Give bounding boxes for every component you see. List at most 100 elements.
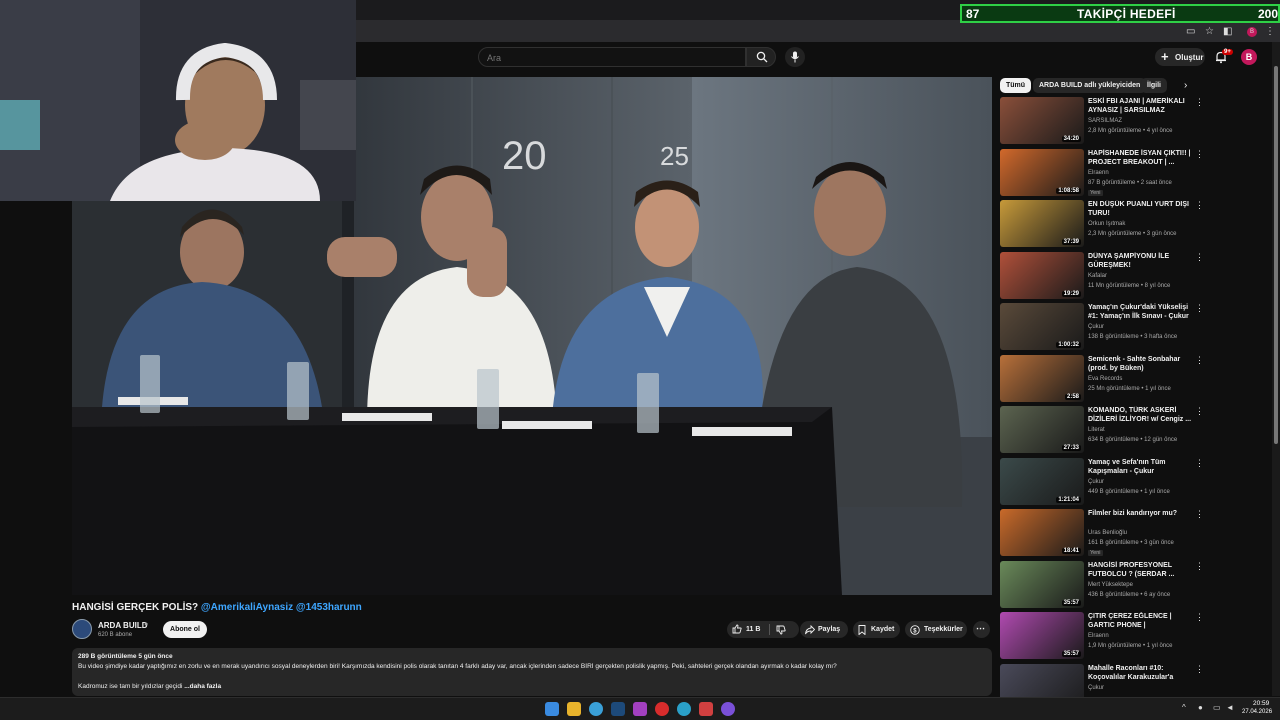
browser-menu-icon[interactable]: ⋮	[1265, 26, 1275, 37]
thumbs-down-icon[interactable]	[776, 625, 786, 635]
like-button[interactable]: 11 B	[727, 621, 769, 638]
recommendation-title[interactable]: ÇITIR ÇEREZ EĞLENCE | GARTIC PHONE |	[1088, 612, 1192, 630]
more-vertical-icon[interactable]: ⋮	[1195, 149, 1204, 160]
more-actions-button[interactable]: ⋯	[973, 621, 990, 638]
more-vertical-icon[interactable]: ⋮	[1195, 252, 1204, 263]
recommendation-thumbnail[interactable]: 19:29	[1000, 251, 1084, 299]
taskbar-date[interactable]: 27.04.2026	[1242, 709, 1272, 715]
account-avatar[interactable]: B	[1241, 49, 1257, 65]
app-icon-violet[interactable]	[721, 702, 735, 716]
recommendation-thumbnail[interactable]: 35:57	[1000, 612, 1084, 659]
recommendation-thumbnail[interactable]: 18:41	[1000, 509, 1084, 556]
more-vertical-icon[interactable]: ⋮	[1195, 612, 1204, 623]
recommendation-title[interactable]: Mahalle Raconları #10: Koçovalılar Karak…	[1088, 664, 1192, 683]
recommendation-item[interactable]: 2:58 Semicenk - Sahte Sonbahar (prod. by …	[1000, 354, 1205, 405]
recommendation-channel[interactable]: Eva Records	[1088, 376, 1122, 382]
chip-all[interactable]: Tümü	[1000, 78, 1032, 93]
more-vertical-icon[interactable]: ⋮	[1195, 355, 1204, 366]
recommendation-channel[interactable]: Literat	[1088, 427, 1105, 433]
recommendation-channel[interactable]: Elraenn	[1088, 633, 1109, 639]
scrollbar-thumb[interactable]	[1274, 66, 1278, 444]
video-description[interactable]: 289 B görüntüleme 5 gün önce Bu video şi…	[72, 648, 992, 696]
extensions-icon[interactable]: ◧	[1223, 26, 1232, 37]
recommendation-item[interactable]: 1:21:04 Yamaç ve Sefa'nın Tüm Kapışmaları…	[1000, 457, 1205, 508]
more-vertical-icon[interactable]: ⋮	[1195, 664, 1204, 675]
recommendation-title[interactable]: KOMANDO, TÜRK ASKERİ DİZİLERİ İZLİYOR! w…	[1088, 406, 1192, 424]
channel-avatar[interactable]	[72, 619, 92, 639]
recommendation-channel[interactable]: Çukur	[1088, 685, 1104, 691]
app-icon-purple[interactable]	[633, 702, 647, 716]
recommendation-thumbnail[interactable]: 35:57	[1000, 560, 1084, 608]
search-box[interactable]	[478, 47, 746, 67]
recommendation-channel[interactable]: Çukur	[1088, 324, 1104, 330]
channel-name[interactable]: ARDA BUILD	[98, 621, 147, 630]
recommendation-thumbnail[interactable]: 34:20	[1000, 97, 1084, 144]
recommendation-title[interactable]: Yamaç ve Sefa'nın Tüm Kapışmaları - Çuku…	[1088, 458, 1192, 476]
recommendation-item[interactable]: 1:08:58 HAPİSHANEDE İSYAN ÇIKTI!! | PROJE…	[1000, 148, 1205, 199]
recommendation-thumbnail[interactable]: 2:58	[1000, 354, 1084, 402]
chip-related[interactable]: İlgili	[1141, 78, 1167, 93]
show-more-link[interactable]: ...daha fazla	[184, 683, 221, 690]
search-button[interactable]	[746, 47, 776, 67]
recommendation-item[interactable]: 27:33 KOMANDO, TÜRK ASKERİ DİZİLERİ İZLİY…	[1000, 406, 1205, 456]
chrome-icon[interactable]	[589, 702, 603, 716]
recommendation-item[interactable]: 35:57 ÇITIR ÇEREZ EĞLENCE | GARTIC PHONE …	[1000, 612, 1205, 662]
recommendation-item[interactable]: 34:20 ESKİ FBI AJANI | AMERİKALI AYNASIZ …	[1000, 97, 1205, 147]
more-vertical-icon[interactable]: ⋮	[1195, 561, 1204, 572]
recommendation-item[interactable]: Mahalle Raconları #10: Koçovalılar Karak…	[1000, 663, 1205, 697]
create-button[interactable]: + Oluştur	[1155, 48, 1205, 66]
page-scrollbar[interactable]	[1272, 42, 1280, 696]
recommendation-title[interactable]: Yamaç'ın Çukur'daki Yükselişi #1: Yamaç'…	[1088, 303, 1192, 321]
bookmark-star-icon[interactable]: ☆	[1205, 26, 1214, 37]
recommendation-thumbnail[interactable]: 37:39	[1000, 200, 1084, 247]
more-vertical-icon[interactable]: ⋮	[1195, 509, 1204, 520]
recommendation-channel[interactable]: SARSILMAZ	[1088, 118, 1122, 124]
more-vertical-icon[interactable]: ⋮	[1195, 458, 1204, 469]
recommendation-channel[interactable]: Mert Yüksektepe	[1088, 582, 1133, 588]
recommendation-thumbnail[interactable]: 1:00:32	[1000, 303, 1084, 350]
subscribe-button[interactable]: Abone ol	[163, 621, 207, 638]
edge-icon[interactable]	[677, 702, 691, 716]
thanks-button[interactable]: $ Teşekkürler	[905, 621, 967, 638]
recommendation-item[interactable]: 1:00:32 Yamaç'ın Çukur'daki Yükselişi #1:…	[1000, 303, 1205, 353]
tray-chevron-icon[interactable]: ^	[1182, 703, 1186, 712]
more-vertical-icon[interactable]: ⋮	[1195, 406, 1204, 417]
steam-icon[interactable]	[611, 702, 625, 716]
browser-profile-avatar[interactable]: B	[1247, 27, 1257, 37]
more-vertical-icon[interactable]: ⋮	[1195, 200, 1204, 211]
recommendation-thumbnail[interactable]: 1:08:58	[1000, 148, 1084, 196]
microphone-tray-icon[interactable]: ●	[1198, 703, 1203, 712]
chip-uploader[interactable]: ARDA BUILD adlı yükleyiciden	[1033, 78, 1147, 93]
recommendation-title[interactable]: HAPİSHANEDE İSYAN ÇIKTI!! | PROJECT BREA…	[1088, 149, 1192, 167]
recommendation-title[interactable]: ESKİ FBI AJANI | AMERİKALI AYNASIZ | SAR…	[1088, 97, 1192, 115]
recommendation-channel[interactable]: Orkun Işıtmak	[1088, 221, 1125, 227]
recommendation-title[interactable]: HANGİSİ PROFESYONEL FUTBOLCU ? (SERDAR .…	[1088, 561, 1192, 579]
taskbar-time[interactable]: 20:59	[1253, 700, 1269, 707]
file-explorer-icon[interactable]	[567, 702, 581, 716]
recommendation-title[interactable]: EN DÜŞÜK PUANLI YURT DIŞI TURU!	[1088, 200, 1192, 218]
opera-icon[interactable]	[655, 702, 669, 716]
chevron-right-icon[interactable]: ›	[1184, 80, 1187, 91]
more-vertical-icon[interactable]: ⋮	[1195, 97, 1204, 108]
video-title-mentions[interactable]: @AmerikaliAynasiz @1453harunn	[201, 602, 362, 613]
recommendation-thumbnail[interactable]: 1:21:04	[1000, 457, 1084, 505]
recommendation-title[interactable]: Semicenk - Sahte Sonbahar (prod. by Büke…	[1088, 355, 1192, 373]
share-button[interactable]: Paylaş	[800, 621, 848, 638]
recommendation-channel[interactable]: Çukur	[1088, 479, 1104, 485]
app-icon-red[interactable]	[699, 702, 713, 716]
recommendation-channel[interactable]: Elraenn	[1088, 170, 1109, 176]
more-vertical-icon[interactable]: ⋮	[1195, 303, 1204, 314]
recommendation-item[interactable]: 37:39 EN DÜŞÜK PUANLI YURT DIŞI TURU! Orku…	[1000, 200, 1205, 250]
recommendation-title[interactable]: DÜNYA ŞAMPİYONU İLE GÜREŞMEK!	[1088, 252, 1192, 270]
recommendation-item[interactable]: 19:29 DÜNYA ŞAMPİYONU İLE GÜREŞMEK! Kafala…	[1000, 251, 1205, 302]
volume-icon[interactable]: ◄	[1226, 703, 1234, 712]
recommendation-item[interactable]: 18:41 Filmler bizi kandırıyor mu? Uras Ben…	[1000, 509, 1205, 559]
network-icon[interactable]: ▭	[1213, 703, 1221, 712]
windows-start-icon[interactable]	[545, 702, 559, 716]
recommendation-thumbnail[interactable]	[1000, 663, 1084, 697]
voice-search-button[interactable]	[785, 47, 805, 67]
recommendation-item[interactable]: 35:57 HANGİSİ PROFESYONEL FUTBOLCU ? (SER…	[1000, 560, 1205, 611]
recommendation-title[interactable]: Filmler bizi kandırıyor mu?	[1088, 509, 1192, 518]
recommendation-thumbnail[interactable]: 27:33	[1000, 406, 1084, 453]
recommendation-channel[interactable]: Kafalar	[1088, 273, 1107, 279]
